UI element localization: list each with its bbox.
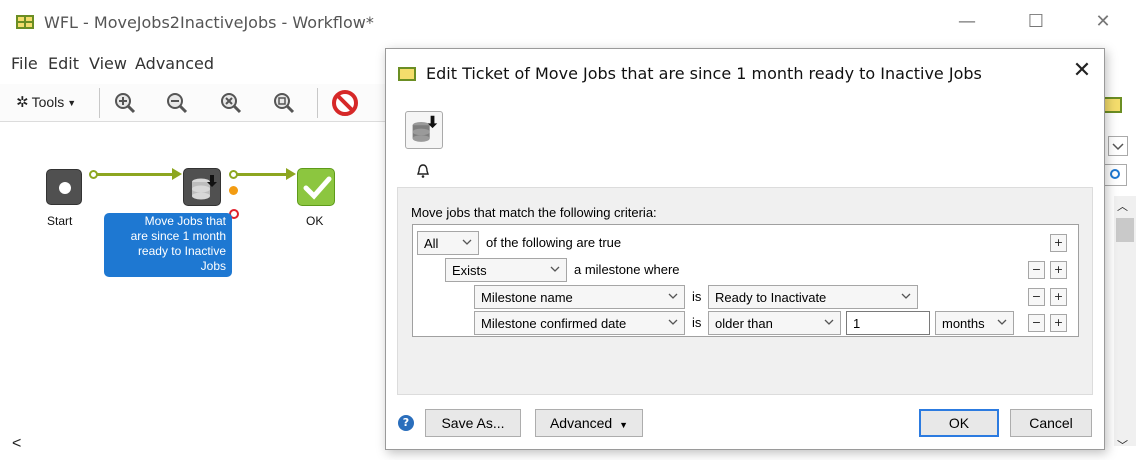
bell-icon[interactable] xyxy=(416,163,430,179)
move-jobs-node[interactable] xyxy=(183,168,221,206)
amount-input[interactable]: 1 xyxy=(846,311,930,335)
caret-down-icon: ▼ xyxy=(67,98,77,109)
exists-value: Exists xyxy=(452,263,487,278)
quantifier-select[interactable]: All xyxy=(417,231,479,255)
add-rule-button[interactable]: + xyxy=(1050,261,1067,279)
title-bar: WFL - MoveJobs2InactiveJobs - Workflow* … xyxy=(0,0,1136,44)
menu-advanced[interactable]: Advanced xyxy=(135,54,214,73)
row2-text: a milestone where xyxy=(574,262,680,277)
row4-is-label: is xyxy=(692,315,702,330)
toolbar-divider xyxy=(317,88,318,118)
tools-dropdown-button[interactable]: ✲ Tools ▼ xyxy=(16,93,76,111)
dialog-app-icon xyxy=(398,67,416,81)
panel-search-button[interactable] xyxy=(1103,164,1127,186)
connector-arrow-icon xyxy=(172,168,182,180)
start-node[interactable] xyxy=(46,169,82,205)
chevron-down-icon xyxy=(668,293,678,299)
chevron-down-icon xyxy=(997,319,1007,325)
advanced-label: Advanced xyxy=(549,415,613,431)
search-icon xyxy=(1110,169,1120,179)
dialog-title: Edit Ticket of Move Jobs that are since … xyxy=(426,64,982,83)
move-label-line: Jobs xyxy=(200,259,226,273)
toolbar-divider xyxy=(99,88,100,118)
move-jobs-node-label[interactable]: Move Jobs that are since 1 month ready t… xyxy=(104,213,232,277)
toolbar: ✲ Tools ▼ xyxy=(0,84,385,122)
row1-text: of the following are true xyxy=(486,235,622,250)
connector-line xyxy=(97,173,173,176)
add-rule-button[interactable]: + xyxy=(1050,314,1067,332)
zoom-out-icon[interactable] xyxy=(165,91,189,115)
remove-rule-button[interactable]: − xyxy=(1028,288,1045,306)
caret-down-icon: ▼ xyxy=(619,420,629,430)
cancel-button[interactable]: Cancel xyxy=(1010,409,1092,437)
connector-line xyxy=(237,173,287,176)
chevron-down-icon xyxy=(901,293,911,299)
zoom-fit-icon[interactable] xyxy=(272,91,296,115)
chevron-down-icon xyxy=(462,239,472,245)
maximize-button[interactable]: ☐ xyxy=(1016,8,1056,36)
stop-icon[interactable] xyxy=(331,89,359,117)
add-rule-button[interactable]: + xyxy=(1050,288,1067,306)
operator-value: older than xyxy=(715,316,773,331)
database-move-icon xyxy=(192,175,217,200)
tools-label: Tools xyxy=(31,94,65,110)
milestone-value-select[interactable]: Ready to Inactivate xyxy=(708,285,918,309)
quantifier-value: All xyxy=(424,236,439,251)
add-rule-button[interactable]: + xyxy=(1050,234,1067,252)
scroll-left-arrow-icon[interactable]: < xyxy=(12,435,21,453)
database-move-icon xyxy=(412,115,438,142)
unit-value: months xyxy=(942,316,985,331)
chevron-down-icon xyxy=(668,319,678,325)
menu-view[interactable]: View xyxy=(89,54,127,73)
criteria-panel: Move jobs that match the following crite… xyxy=(397,187,1093,395)
ok-node[interactable] xyxy=(297,168,335,206)
menu-edit[interactable]: Edit xyxy=(48,54,79,73)
unit-select[interactable]: months xyxy=(935,311,1014,335)
window-title: WFL - MoveJobs2InactiveJobs - Workflow* xyxy=(44,13,374,32)
milestone-field-select[interactable]: Milestone name xyxy=(474,285,685,309)
milestone-field-value: Milestone name xyxy=(481,290,573,305)
zoom-in-icon[interactable] xyxy=(113,91,137,115)
move-label-line: are since 1 month xyxy=(130,229,226,243)
date-field-select[interactable]: Milestone confirmed date xyxy=(474,311,685,335)
remove-rule-button[interactable]: − xyxy=(1028,261,1045,279)
zoom-reset-icon[interactable] xyxy=(219,91,243,115)
move-label-line: Move Jobs that xyxy=(144,214,226,228)
date-field-value: Milestone confirmed date xyxy=(481,316,627,331)
menu-file[interactable]: File xyxy=(11,54,38,73)
milestone-value: Ready to Inactivate xyxy=(715,290,827,305)
move-label-line: ready to Inactive xyxy=(137,244,226,258)
minimize-button[interactable]: — xyxy=(947,8,987,36)
advanced-dropdown-button[interactable]: Advanced ▼ xyxy=(535,409,643,437)
ok-node-label: OK xyxy=(306,214,324,228)
warning-icon xyxy=(229,186,238,195)
save-as-button[interactable]: Save As... xyxy=(425,409,521,437)
chevron-down-icon xyxy=(550,266,560,272)
scroll-up-arrow-icon[interactable]: ︿ xyxy=(1117,198,1128,214)
start-node-label: Start xyxy=(47,214,73,228)
scroll-down-arrow-icon[interactable]: ﹀ xyxy=(1117,437,1128,453)
remove-rule-button[interactable]: − xyxy=(1028,314,1045,332)
operator-select[interactable]: older than xyxy=(708,311,841,335)
panel-scroll-thumb[interactable] xyxy=(1116,218,1134,242)
row3-is-label: is xyxy=(692,289,702,304)
workflow-app-icon xyxy=(16,15,34,29)
help-icon[interactable]: ? xyxy=(398,415,414,431)
chevron-down-icon xyxy=(824,319,834,325)
panel-dropdown[interactable] xyxy=(1108,136,1128,156)
exists-select[interactable]: Exists xyxy=(445,258,567,282)
move-jobs-tool-icon xyxy=(405,111,443,149)
connector-arrow-icon xyxy=(286,168,296,180)
chevron-down-icon xyxy=(1112,143,1124,151)
dialog-close-button[interactable]: ✕ xyxy=(1070,59,1094,83)
edit-ticket-dialog: Edit Ticket of Move Jobs that are since … xyxy=(385,48,1105,450)
rule-builder: All of the following are true + Exists a… xyxy=(412,224,1079,337)
gear-icon: ✲ xyxy=(16,94,29,111)
close-window-button[interactable]: ✕ xyxy=(1083,8,1123,36)
criteria-label: Move jobs that match the following crite… xyxy=(411,205,657,220)
ok-button[interactable]: OK xyxy=(919,409,999,437)
checkmark-icon xyxy=(303,176,332,200)
